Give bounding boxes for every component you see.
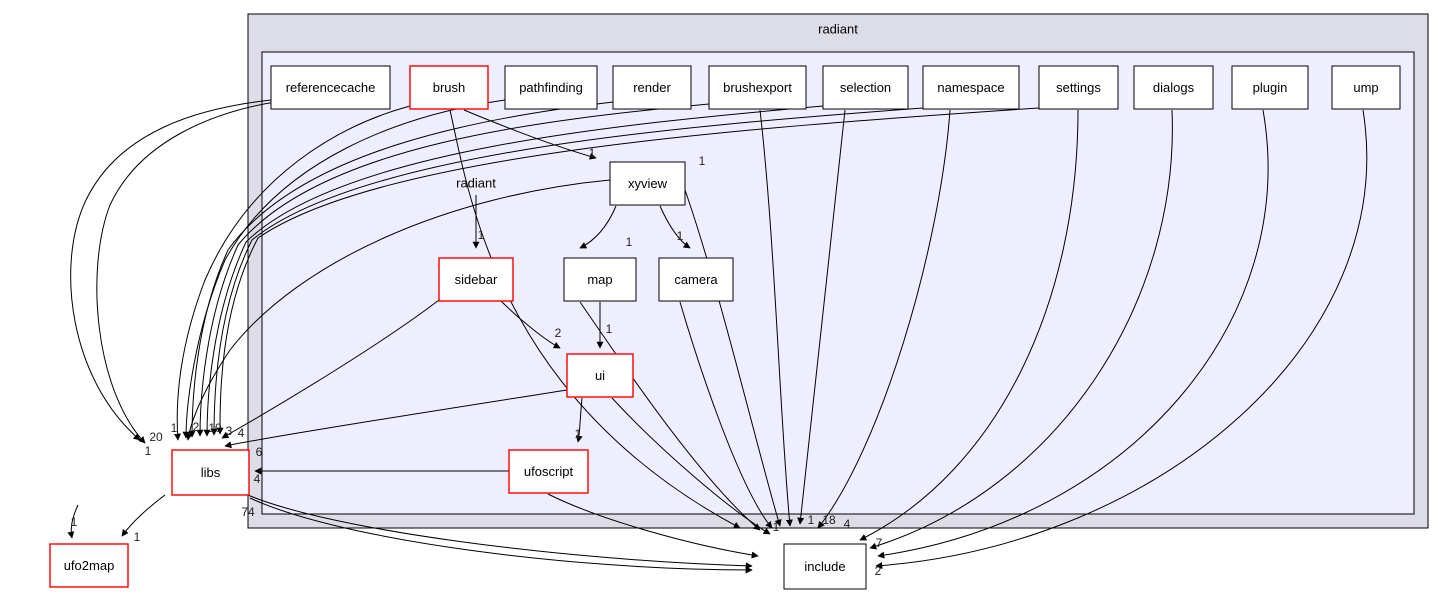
edge-label-sidebar-ui-17: 2: [555, 326, 562, 340]
node-label-xyview: xyview: [628, 176, 668, 191]
directory-dependency-graph: radiant referencecache brush pathfinding re…: [0, 0, 1440, 597]
node-label-include: include: [804, 559, 845, 574]
edge-label-incoming-libs-1: 1: [145, 444, 152, 458]
node-xyview[interactable]: xyview: [609, 161, 686, 206]
node-plugin[interactable]: plugin: [1231, 65, 1309, 110]
node-label-ufoscript: ufoscript: [524, 464, 574, 479]
edge-label-incoming-libs-right-7: 6: [256, 445, 263, 459]
node-label-sidebar: sidebar: [455, 272, 498, 287]
label-radiant-node: radiant: [456, 175, 496, 190]
edge-label-into-include-23: 4: [844, 517, 851, 531]
node-label-settings: settings: [1056, 80, 1101, 95]
node-brushexport[interactable]: brushexport: [708, 65, 807, 110]
node-ump[interactable]: ump: [1331, 65, 1401, 110]
edge-label-libs-out-9: 74: [241, 505, 255, 519]
edge-label-incoming-libs-6: 4: [238, 426, 245, 440]
edge-label-incoming-libs-4: 10: [208, 421, 222, 435]
graph-canvas: radiant referencecache brush pathfinding re…: [49, 13, 1429, 590]
node-label-dialogs: dialogs: [1153, 80, 1195, 95]
node-label-brush: brush: [433, 80, 466, 95]
edge-label-incoming-libs-3: 2: [193, 420, 200, 434]
node-label-selection: selection: [840, 80, 891, 95]
edge-label-brush-xyview-12: 1: [589, 146, 596, 160]
node-label-ufo2map: ufo2map: [64, 558, 115, 573]
node-ufo2map[interactable]: ufo2map: [49, 543, 129, 588]
node-label-map: map: [587, 272, 612, 287]
edge-label-ui-ufoscript-19: 1: [575, 427, 582, 441]
edge-label-into-include-21: 1: [808, 513, 815, 527]
node-referencecache[interactable]: referencecache: [270, 65, 391, 110]
edge-label-into-include-right-25: 2: [875, 564, 882, 578]
edge-referencecache-to-libs: [70, 99, 272, 441]
edge-label-into-include-22: 18: [822, 513, 836, 527]
node-include[interactable]: include: [783, 543, 867, 590]
node-label-pathfinding: pathfinding: [519, 80, 583, 95]
edge-label-xyview-map-15: 1: [626, 235, 633, 249]
edge-label-incoming-libs-2: 1: [171, 421, 178, 435]
node-label-referencecache: referencecache: [286, 80, 376, 95]
cluster-inner: [261, 51, 1415, 515]
node-map[interactable]: map: [563, 257, 637, 302]
edge-label-xyview-camera-16: 1: [677, 229, 684, 243]
node-namespace[interactable]: namespace: [922, 65, 1020, 110]
node-render[interactable]: render: [612, 65, 692, 110]
node-label-namespace: namespace: [937, 80, 1004, 95]
node-sidebar[interactable]: sidebar: [438, 257, 514, 302]
node-libs[interactable]: libs: [171, 449, 250, 496]
edge-label-into-include-right-24: 7: [876, 536, 883, 550]
node-pathfinding[interactable]: pathfinding: [504, 65, 598, 110]
node-label-libs: libs: [201, 465, 221, 480]
node-dialogs[interactable]: dialogs: [1133, 65, 1214, 110]
node-label-brushexport: brushexport: [723, 80, 792, 95]
node-camera[interactable]: camera: [658, 257, 734, 302]
node-label-ui: ui: [595, 368, 605, 383]
node-selection[interactable]: selection: [822, 65, 909, 110]
edge-label-incoming-libs-5: 3: [226, 424, 233, 438]
node-ui[interactable]: ui: [566, 353, 634, 398]
node-label-plugin: plugin: [1253, 80, 1288, 95]
node-label-ump: ump: [1353, 80, 1378, 95]
edge-label-radiant-sidebar-14: 1: [478, 228, 485, 242]
edge-label-into-xyview-13: 1: [699, 154, 706, 168]
node-settings[interactable]: settings: [1038, 65, 1119, 110]
node-brush[interactable]: brush: [409, 65, 489, 110]
node-label-render: render: [633, 80, 671, 95]
edge-label-to-ufo2map-11: 1: [134, 530, 141, 544]
cluster-title: radiant: [818, 21, 858, 36]
edge-label-incoming-libs-0: 20: [149, 430, 163, 444]
node-ufoscript[interactable]: ufoscript: [508, 449, 589, 494]
edge-label-ufoscript-libs-8: 4: [254, 472, 261, 486]
node-label-camera: camera: [674, 272, 718, 287]
edge-libs-to-ufo2map: [121, 494, 166, 537]
edge-label-to-ufo2map-10: 1: [71, 515, 78, 529]
edge-label-into-include-20: 1: [773, 520, 780, 534]
edge-label-map-ui-18: 1: [606, 322, 613, 336]
